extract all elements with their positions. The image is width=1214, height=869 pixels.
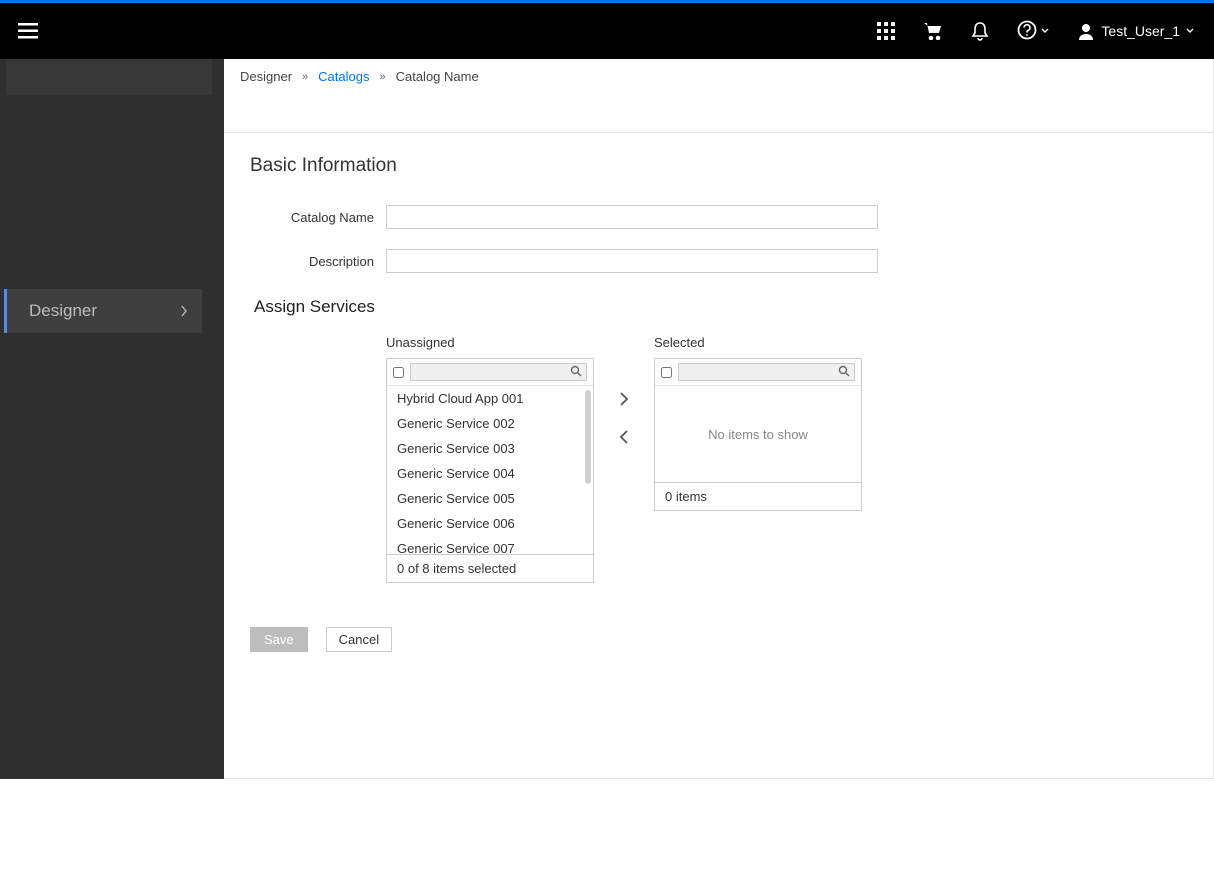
selected-empty: No items to show xyxy=(655,386,861,482)
list-item[interactable]: Generic Service 006 xyxy=(387,511,593,536)
form-row-catalog-name: Catalog Name xyxy=(250,205,1213,229)
sidebar-item-label: Designer xyxy=(29,301,97,321)
list-item[interactable]: Generic Service 003 xyxy=(387,436,593,461)
help-icon[interactable] xyxy=(1017,20,1049,42)
selected-search-row xyxy=(655,359,861,386)
unassigned-footer: 0 of 8 items selected xyxy=(387,554,593,582)
chevron-down-icon xyxy=(1186,28,1194,34)
move-left-button[interactable] xyxy=(614,427,634,447)
list-item[interactable]: Hybrid Cloud App 001 xyxy=(387,386,593,411)
selected-column: Selected No items to show 0 items xyxy=(654,335,862,511)
chevron-right-icon xyxy=(180,305,188,317)
breadcrumb: Designer » Catalogs » Catalog Name xyxy=(224,59,1213,95)
breadcrumb-sep: » xyxy=(302,71,308,83)
save-button[interactable]: Save xyxy=(250,627,308,652)
form-area: Basic Information Catalog Name Descripti… xyxy=(224,133,1213,652)
breadcrumb-sep: » xyxy=(379,71,385,83)
selected-search-input[interactable] xyxy=(678,363,855,381)
scrollbar[interactable] xyxy=(585,390,591,484)
search-icon xyxy=(570,365,582,380)
move-right-button[interactable] xyxy=(614,389,634,409)
cart-icon[interactable] xyxy=(923,22,943,40)
user-label: Test_User_1 xyxy=(1101,23,1180,39)
search-icon xyxy=(838,365,850,380)
top-right: Test_User_1 xyxy=(877,20,1194,42)
unassigned-select-all[interactable] xyxy=(393,367,404,378)
list-item[interactable]: Generic Service 007 xyxy=(387,536,593,554)
description-label: Description xyxy=(250,254,386,269)
action-row: Save Cancel xyxy=(250,627,1213,652)
unassigned-search-row xyxy=(387,359,593,386)
unassigned-column: Unassigned Hybrid Cloud xyxy=(386,335,594,583)
list-item[interactable]: Generic Service 005 xyxy=(387,486,593,511)
unassigned-box: Hybrid Cloud App 001 Generic Service 002… xyxy=(386,358,594,583)
unassigned-search-input[interactable] xyxy=(410,363,587,381)
breadcrumb-item: Catalog Name xyxy=(396,69,479,84)
list-item[interactable]: Generic Service 004 xyxy=(387,461,593,486)
menu-icon[interactable] xyxy=(18,23,38,39)
content: Designer » Catalogs » Catalog Name Basic… xyxy=(224,59,1214,779)
catalog-name-input[interactable] xyxy=(386,205,878,229)
selected-select-all[interactable] xyxy=(661,367,672,378)
spacer xyxy=(224,95,1213,133)
form-row-description: Description xyxy=(250,249,1213,273)
unassigned-list[interactable]: Hybrid Cloud App 001 Generic Service 002… xyxy=(387,386,593,554)
list-item[interactable]: Generic Service 002 xyxy=(387,411,593,436)
assign-services: Unassigned Hybrid Cloud xyxy=(386,335,1213,583)
cancel-button[interactable]: Cancel xyxy=(326,627,392,652)
user-icon xyxy=(1077,22,1095,40)
breadcrumb-link-catalogs[interactable]: Catalogs xyxy=(318,69,369,84)
description-input[interactable] xyxy=(386,249,878,273)
sidebar-top-glow xyxy=(6,59,212,95)
top-bar: Test_User_1 xyxy=(0,3,1214,59)
section-title-basic: Basic Information xyxy=(250,155,1213,177)
catalog-name-label: Catalog Name xyxy=(250,210,386,225)
unassigned-label: Unassigned xyxy=(386,335,594,350)
selected-footer: 0 items xyxy=(655,482,861,510)
selected-box: No items to show 0 items xyxy=(654,358,862,511)
sidebar-item-designer[interactable]: Designer xyxy=(4,289,202,333)
apps-icon[interactable] xyxy=(877,22,895,40)
breadcrumb-item: Designer xyxy=(240,69,292,84)
user-menu[interactable]: Test_User_1 xyxy=(1077,22,1194,40)
selected-label: Selected xyxy=(654,335,862,350)
mover-buttons xyxy=(614,335,634,447)
bell-icon[interactable] xyxy=(971,21,989,41)
main-wrap: Designer Designer » Catalogs » Catalog N… xyxy=(0,59,1214,779)
section-title-assign: Assign Services xyxy=(254,297,1213,317)
sidebar: Designer xyxy=(0,59,224,779)
